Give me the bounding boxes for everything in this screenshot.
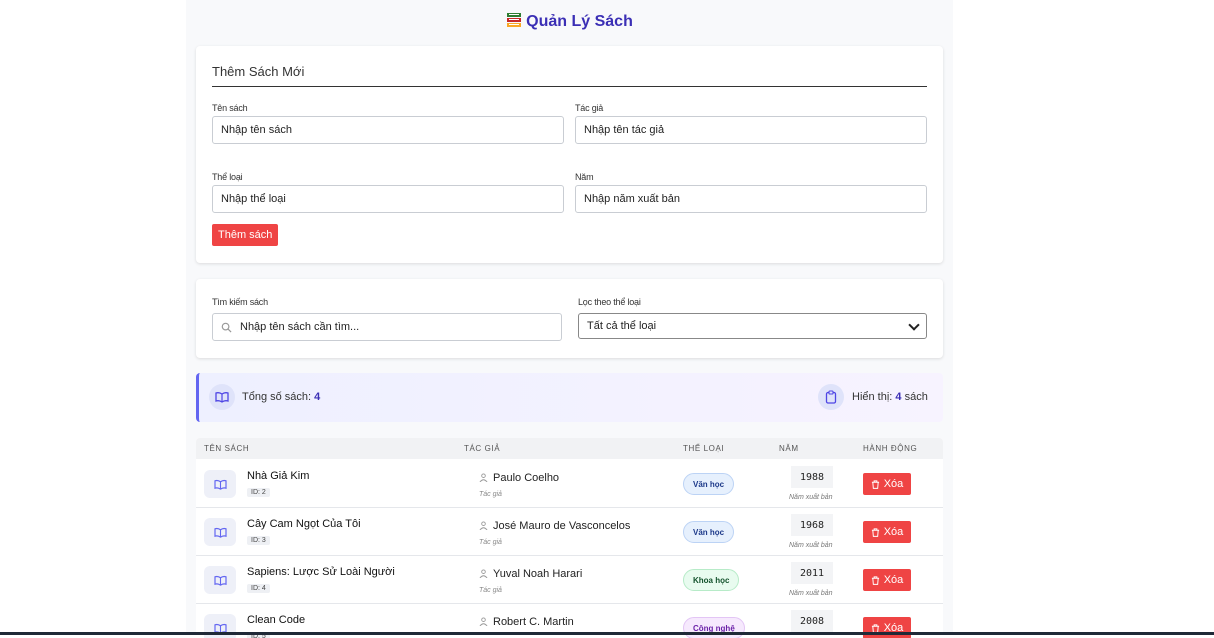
name-label: Tên sách <box>212 103 248 113</box>
author-caption: Tác giả <box>479 587 502 594</box>
filter-label: Lọc theo thể loại <box>578 297 641 307</box>
total-label: Tổng số sách: <box>242 391 312 403</box>
clipboard-icon <box>818 384 844 410</box>
author-name: Paulo Coelho <box>493 472 560 484</box>
col-header-category: THỂ LOẠI <box>683 444 725 453</box>
add-book-button[interactable]: Thêm sách <box>212 224 279 246</box>
add-form-title: Thêm Sách Mới <box>212 64 927 87</box>
table-row: Sapiens: Lược Sử Loài Người ID: 4 Yuval … <box>196 556 943 604</box>
search-label: Tìm kiếm sách <box>212 297 268 307</box>
book-name: Clean Code <box>247 614 306 626</box>
user-icon <box>479 521 488 530</box>
total-books-stat: Tổng số sách: 4 <box>242 391 320 403</box>
books-table: TÊN SÁCH TÁC GIẢ THỂ LOẠI NĂM HÀNH ĐỘNG … <box>196 438 943 638</box>
book-icon <box>204 470 236 498</box>
author-name: José Mauro de Vasconcelos <box>493 520 631 532</box>
search-icon <box>221 322 232 333</box>
year-value: 1988 <box>791 466 833 488</box>
author-cell: José Mauro de Vasconcelos <box>479 520 630 532</box>
author-label: Tác giả <box>575 103 604 113</box>
year-caption: Năm xuất bản <box>789 542 833 549</box>
col-header-name: TÊN SÁCH <box>204 444 250 453</box>
category-input[interactable]: Nhập thể loại <box>212 185 564 213</box>
col-header-author: TÁC GIẢ <box>464 444 501 453</box>
page-title: Quản Lý Sách <box>186 12 953 31</box>
book-name: Nhà Giả Kim <box>247 470 310 482</box>
book-name: Sapiens: Lược Sử Loài Người <box>247 566 395 578</box>
search-placeholder: Nhập tên sách cần tìm... <box>240 321 360 333</box>
year-input[interactable]: Nhập năm xuất bản <box>575 185 927 213</box>
author-input[interactable]: Nhập tên tác giả <box>575 116 927 144</box>
search-card: Tìm kiếm sách Nhập tên sách cần tìm... L… <box>196 279 943 358</box>
author-caption: Tác giả <box>479 539 502 546</box>
trash-icon <box>871 527 879 537</box>
add-book-card: Thêm Sách Mới Tên sách Nhập tên sách Tác… <box>196 46 943 263</box>
category-label: Thể loại <box>212 172 243 182</box>
category-badge: Khoa học <box>683 569 740 591</box>
year-value: 2008 <box>791 610 833 632</box>
app-container: Quản Lý Sách Thêm Sách Mới Tên sách Nhập… <box>186 0 953 638</box>
book-id-badge: ID: 2 <box>247 488 270 497</box>
delete-label: Xóa <box>883 526 904 538</box>
author-name: Yuval Noah Harari <box>493 568 583 580</box>
col-header-year: NĂM <box>779 444 799 453</box>
book-icon <box>204 566 236 594</box>
author-cell: Paulo Coelho <box>479 472 559 484</box>
col-header-action: HÀNH ĐỘNG <box>863 444 918 453</box>
author-caption: Tác giả <box>479 491 502 498</box>
search-input[interactable]: Nhập tên sách cần tìm... <box>212 313 562 341</box>
delete-button[interactable]: Xóa <box>863 521 911 543</box>
total-value: 4 <box>314 391 321 403</box>
book-id-badge: ID: 4 <box>247 584 270 593</box>
book-open-icon <box>209 384 235 410</box>
book-name: Cây Cam Ngọt Của Tôi <box>247 518 361 530</box>
year-value: 2011 <box>791 562 833 584</box>
category-filter-select[interactable]: Tất cả thể loại <box>578 313 927 339</box>
trash-icon <box>871 479 879 489</box>
shown-books-stat: Hiển thị: 4 sách <box>852 391 928 403</box>
books-icon <box>507 13 522 27</box>
shown-value: 4 <box>895 391 902 403</box>
filter-selected-value: Tất cả thể loại <box>587 320 657 332</box>
trash-icon <box>871 575 879 585</box>
year-label: Năm <box>575 172 594 182</box>
shown-label: Hiển thị: <box>852 391 893 403</box>
delete-label: Xóa <box>883 574 904 586</box>
table-header: TÊN SÁCH TÁC GIẢ THỂ LOẠI NĂM HÀNH ĐỘNG <box>196 438 943 459</box>
year-caption: Năm xuất bản <box>789 494 833 501</box>
delete-button[interactable]: Xóa <box>863 473 911 495</box>
category-badge: Văn học <box>683 521 735 543</box>
chevron-down-icon <box>908 319 920 331</box>
delete-button[interactable]: Xóa <box>863 569 911 591</box>
user-icon <box>479 569 488 578</box>
year-caption: Năm xuất bản <box>789 590 833 597</box>
category-badge: Văn học <box>683 473 735 495</box>
user-icon <box>479 617 488 626</box>
year-value: 1968 <box>791 514 833 536</box>
author-cell: Yuval Noah Harari <box>479 568 582 580</box>
table-row: Cây Cam Ngọt Của Tôi ID: 3 José Mauro de… <box>196 508 943 556</box>
table-row: Nhà Giả Kim ID: 2 Paulo Coelho Tác giả V… <box>196 460 943 508</box>
book-icon <box>204 518 236 546</box>
user-icon <box>479 473 488 482</box>
delete-label: Xóa <box>883 478 904 490</box>
author-name: Robert C. Martin <box>493 616 574 628</box>
stats-bar: Tổng số sách: 4 Hiển thị: 4 sách <box>196 373 943 422</box>
book-name-input[interactable]: Nhập tên sách <box>212 116 564 144</box>
author-cell: Robert C. Martin <box>479 616 574 628</box>
page-title-text: Quản Lý Sách <box>526 13 633 30</box>
book-id-badge: ID: 3 <box>247 536 270 545</box>
shown-unit: sách <box>904 391 928 403</box>
